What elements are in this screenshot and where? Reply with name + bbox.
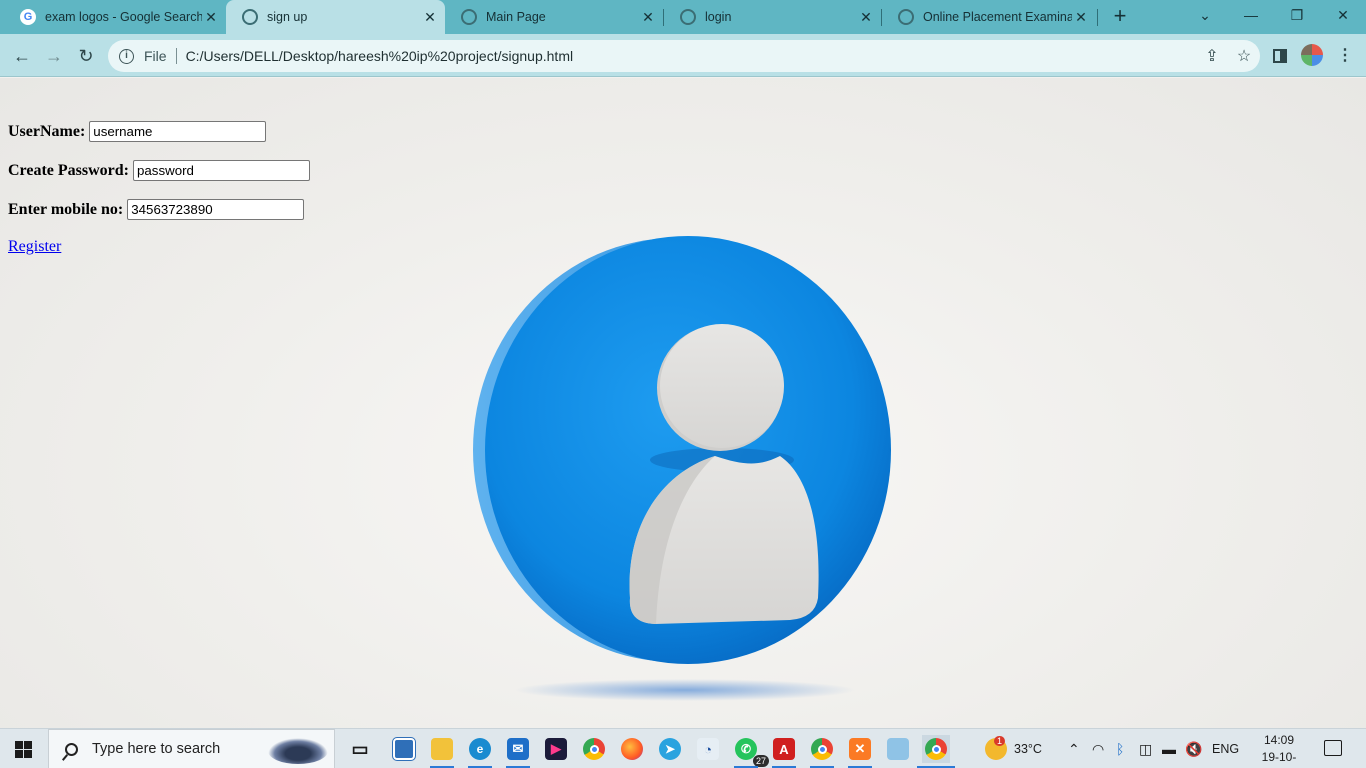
widgets-icon[interactable] [390,735,418,763]
google-g-icon: G [20,9,36,25]
new-tab-button[interactable]: + [1108,4,1132,30]
tab-title: Online Placement Examinati [923,10,1072,24]
tab-title: exam logos - Google Search [45,10,202,24]
close-icon[interactable]: ✕ [421,9,439,26]
chevron-up-icon[interactable]: ⌃ [1068,729,1080,768]
notepad-icon[interactable] [884,735,912,763]
password-label: Create Password: [8,161,130,179]
avatar-icon [1301,44,1323,66]
site-info-icon[interactable]: i [119,48,134,64]
tab-title: Main Page [486,10,546,24]
omnibox-divider [175,48,177,64]
window-close-button[interactable]: ✕ [1320,0,1366,30]
volume-muted-icon[interactable]: 🔇 [1185,729,1202,768]
chrome-profile-icon[interactable] [808,735,836,768]
app-icon[interactable]: ▶ [542,735,570,763]
search-placeholder: Type here to search [92,741,221,757]
profile-avatar[interactable] [1300,43,1324,67]
password-input[interactable] [133,160,311,181]
whatsapp-icon[interactable]: ✆ 27 [732,735,769,768]
bookmark-star-icon[interactable]: ☆ [1228,46,1260,66]
whatsapp-badge: 27 [752,755,769,767]
address-bar[interactable]: i File C:/Users/DELL/Desktop/hareesh%20i… [108,40,1260,72]
globe-icon [461,9,477,25]
share-icon[interactable]: ⇪ [1196,46,1228,66]
username-label: UserName: [8,122,86,140]
chrome-icon[interactable] [580,735,608,763]
app-icon[interactable]: ◔ [694,735,722,763]
search-highlight-image [268,738,328,764]
tab-search-chevron-icon[interactable]: ⌄ [1182,0,1228,30]
globe-icon [680,9,696,25]
windows-start-icon[interactable] [15,741,32,758]
mail-icon[interactable]: ✉ [504,735,532,768]
forward-arrow-icon[interactable]: → [40,42,68,70]
browser-toolbar: ← → ↻ i File C:/Users/DELL/Desktop/haree… [0,34,1366,77]
notification-icon[interactable] [1324,740,1342,756]
password-row: Create Password: [8,160,311,181]
tab-google-search[interactable]: G exam logos - Google Search ✕ [4,0,226,34]
meet-now-icon[interactable]: ◫ [1139,729,1152,768]
firefox-icon[interactable] [618,735,646,763]
close-icon[interactable]: ✕ [1072,9,1090,26]
tab-main-page[interactable]: Main Page ✕ [445,0,663,34]
chrome-active-icon[interactable] [917,735,955,768]
close-icon[interactable]: ✕ [857,9,875,26]
language-indicator[interactable]: ENG [1212,729,1239,768]
mobile-label: Enter mobile no: [8,200,124,218]
url-text[interactable]: C:/Users/DELL/Desktop/hareesh%20ip%20pro… [186,48,1196,64]
file-explorer-icon[interactable] [428,735,456,768]
tab-title: sign up [267,10,308,24]
temperature-text[interactable]: 33°C [1014,729,1042,768]
acrobat-icon[interactable]: A [770,735,798,768]
globe-icon [242,9,258,25]
scheme-label: File [144,48,167,64]
tab-online-placement[interactable]: Online Placement Examinati ✕ [882,0,1096,34]
telegram-icon[interactable]: ➤ [656,735,684,763]
kebab-menu-icon[interactable]: ⋮ [1333,44,1357,68]
bluetooth-icon[interactable]: ᛒ [1116,729,1124,768]
register-link[interactable]: Register [8,238,61,256]
globe-icon [898,9,914,25]
mobile-input[interactable] [127,199,305,220]
username-input[interactable] [89,121,267,142]
close-icon[interactable]: ✕ [639,9,657,26]
taskbar-search-box[interactable]: Type here to search [48,729,335,768]
page-content: UserName: Create Password: Enter mobile … [0,78,1366,728]
close-icon[interactable]: ✕ [202,9,220,26]
tab-separator [1097,9,1098,26]
restore-button[interactable]: ❐ [1274,0,1320,30]
wifi-icon[interactable]: ◠ [1092,729,1104,768]
tab-strip: G exam logos - Google Search ✕ sign up ✕… [0,0,1366,34]
username-row: UserName: [8,121,267,142]
minimize-button[interactable]: — [1228,0,1274,30]
task-view-icon[interactable]: ▭ [346,735,374,763]
edge-icon[interactable]: e [466,735,494,768]
side-panel-button[interactable] [1268,44,1292,68]
search-icon [65,742,78,756]
weather-icon[interactable]: 1 [982,735,1010,763]
clock-time: 14:09 [1263,733,1295,747]
reload-icon[interactable]: ↻ [72,42,100,70]
tab-sign-up[interactable]: sign up ✕ [226,0,445,34]
user-profile-icon [473,236,891,701]
tab-title: login [705,10,732,24]
tab-login[interactable]: login ✕ [664,0,881,34]
hero-image [460,228,910,713]
side-panel-icon [1273,49,1287,63]
xampp-icon[interactable]: ✕ [846,735,874,768]
weather-badge: 1 [994,736,1006,746]
back-arrow-icon[interactable]: ← [8,42,36,70]
clock-date: 19-10-2023 [1261,750,1297,768]
windows-taskbar: Type here to search ▭ e ✉ ▶ ➤ ◔ ✆ 27 A ✕ … [0,728,1366,768]
system-clock[interactable]: 14:09 19-10-2023 [1249,732,1309,768]
battery-icon[interactable]: ▬ [1162,729,1176,768]
mobile-row: Enter mobile no: [8,199,305,220]
